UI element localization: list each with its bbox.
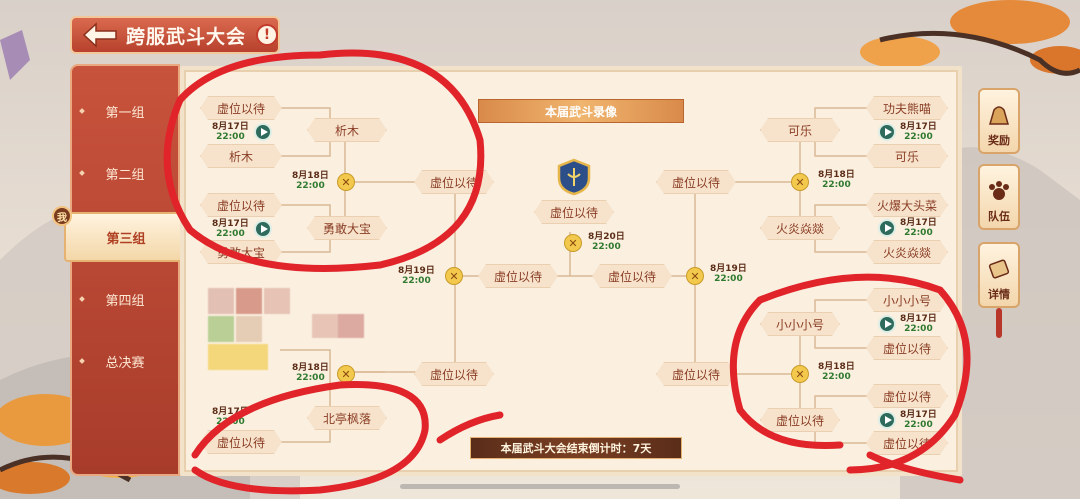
reward-label: 奖励 bbox=[988, 134, 1010, 147]
tab-finals[interactable]: 总决赛 bbox=[72, 336, 178, 386]
final-slot[interactable]: 虚位以待 bbox=[534, 200, 614, 224]
vs-swords-icon: ✕ bbox=[686, 267, 704, 285]
replay-banner-button[interactable]: 本届武斗录像 bbox=[478, 99, 684, 123]
details-label: 详情 bbox=[988, 288, 1010, 301]
back-button[interactable] bbox=[78, 19, 122, 51]
tab-group-1[interactable]: 第一组 bbox=[72, 86, 178, 136]
bracket-slot[interactable]: 虚位以待 bbox=[866, 431, 948, 455]
bracket-slot[interactable]: 虚位以待 bbox=[414, 170, 494, 194]
details-scroll-icon bbox=[988, 259, 1010, 279]
play-replay-icon[interactable] bbox=[254, 220, 272, 238]
bracket-slot[interactable]: 可乐 bbox=[866, 144, 948, 168]
team-label: 队伍 bbox=[988, 210, 1010, 223]
bracket-slot[interactable]: 虚位以待 bbox=[200, 193, 282, 217]
match-date: 8月17日 22:00 bbox=[900, 218, 937, 238]
bracket-panel bbox=[180, 66, 962, 476]
play-replay-icon[interactable] bbox=[878, 411, 896, 429]
play-replay-icon[interactable] bbox=[254, 123, 272, 141]
tab-label: 第四组 bbox=[105, 293, 145, 309]
play-replay-icon[interactable] bbox=[878, 123, 896, 141]
bracket-slot[interactable]: 虚位以待 bbox=[478, 264, 558, 288]
page-title: 跨服武斗大会 bbox=[126, 25, 247, 48]
details-button[interactable]: 详情 bbox=[978, 242, 1020, 308]
tab-group-3[interactable]: 第三组 bbox=[64, 212, 188, 262]
reward-bag-icon bbox=[989, 106, 1009, 125]
match-date: 8月17日 22:00 bbox=[212, 219, 249, 239]
me-badge: 我 bbox=[52, 206, 72, 226]
trophy-shield-icon bbox=[557, 158, 591, 196]
tab-label: 总决赛 bbox=[105, 355, 145, 371]
bracket-slot[interactable]: 火炎焱燚 bbox=[760, 216, 840, 240]
tab-label: 第二组 bbox=[105, 167, 145, 183]
bracket-slot[interactable]: 火爆大头菜 bbox=[866, 193, 948, 217]
bracket-slot[interactable]: 虚位以待 bbox=[656, 362, 736, 386]
bracket-slot[interactable]: 虚位以待 bbox=[592, 264, 672, 288]
match-date: 8月20日 22:00 bbox=[588, 232, 625, 252]
bracket-slot[interactable]: 虚位以待 bbox=[414, 362, 494, 386]
play-replay-icon[interactable] bbox=[878, 315, 896, 333]
bracket-slot[interactable]: 火炎焱燚 bbox=[866, 240, 948, 264]
bracket-slot[interactable]: 功夫熊喵 bbox=[866, 96, 948, 120]
tab-dot-icon bbox=[79, 358, 85, 364]
match-date: 8月18日 22:00 bbox=[818, 362, 855, 382]
vs-swords-icon: ✕ bbox=[337, 365, 355, 383]
home-indicator bbox=[400, 484, 680, 489]
team-paw-icon bbox=[989, 181, 1009, 200]
bracket-slot[interactable]: 虚位以待 bbox=[200, 96, 282, 120]
alert-icon[interactable]: ! bbox=[256, 24, 278, 46]
tassel-decoration bbox=[996, 308, 1002, 338]
bracket-slot[interactable]: 虚位以待 bbox=[866, 336, 948, 360]
bracket-slot[interactable]: 虚位以待 bbox=[200, 430, 282, 454]
match-date: 8月17日 22:00 bbox=[900, 122, 937, 142]
vs-swords-icon: ✕ bbox=[445, 267, 463, 285]
play-replay-icon[interactable] bbox=[878, 219, 896, 237]
back-arrow-icon bbox=[82, 22, 117, 48]
title-plate: 跨服武斗大会 ! bbox=[70, 16, 280, 54]
countdown-banner: 本届武斗大会结束倒计时：7天 bbox=[470, 437, 682, 459]
bracket-slot[interactable]: 小小小号 bbox=[760, 312, 840, 336]
vs-swords-icon: ✕ bbox=[791, 365, 809, 383]
match-date: 8月18日 22:00 bbox=[292, 363, 329, 383]
tab-dot-icon bbox=[79, 296, 85, 302]
bracket-slot[interactable]: 析木 bbox=[200, 144, 282, 168]
tab-label: 第一组 bbox=[105, 105, 145, 121]
team-button[interactable]: 队伍 bbox=[978, 164, 1020, 230]
match-date: 8月18日 22:00 bbox=[818, 170, 855, 190]
reward-button[interactable]: 奖励 bbox=[978, 88, 1020, 154]
match-date: 8月17日 22:00 bbox=[212, 407, 249, 427]
bracket-slot[interactable]: 勇敢大宝 bbox=[307, 216, 387, 240]
match-date: 8月19日 22:00 bbox=[398, 266, 435, 286]
match-date: 8月18日 22:00 bbox=[292, 171, 329, 191]
bracket-slot[interactable]: 虚位以待 bbox=[866, 384, 948, 408]
vs-swords-icon: ✕ bbox=[791, 173, 809, 191]
bracket-slot[interactable]: 虚位以待 bbox=[656, 170, 736, 194]
match-date: 8月17日 22:00 bbox=[900, 314, 937, 334]
match-date: 8月17日 22:00 bbox=[212, 122, 249, 142]
match-date: 8月19日 22:00 bbox=[710, 264, 747, 284]
bracket-slot[interactable]: 勇敢大宝 bbox=[200, 240, 282, 264]
vs-swords-icon: ✕ bbox=[564, 234, 582, 252]
bracket-slot[interactable]: 析木 bbox=[307, 118, 387, 142]
match-date: 8月17日 22:00 bbox=[900, 410, 937, 430]
tab-group-4[interactable]: 第四组 bbox=[72, 274, 178, 324]
tab-label: 第三组 bbox=[106, 231, 146, 247]
tab-group-2[interactable]: 第二组 bbox=[72, 148, 178, 198]
vs-swords-icon: ✕ bbox=[337, 173, 355, 191]
group-sidebar: 第一组 第二组 第三组 第四组 总决赛 bbox=[64, 64, 188, 476]
bracket-slot[interactable]: 北亭枫落 bbox=[307, 406, 387, 430]
bracket-slot[interactable]: 小小小号 bbox=[866, 288, 948, 312]
tab-dot-icon bbox=[79, 108, 85, 114]
tab-dot-icon bbox=[79, 170, 85, 176]
bracket-slot[interactable]: 可乐 bbox=[760, 118, 840, 142]
bracket-slot[interactable]: 虚位以待 bbox=[760, 408, 840, 432]
